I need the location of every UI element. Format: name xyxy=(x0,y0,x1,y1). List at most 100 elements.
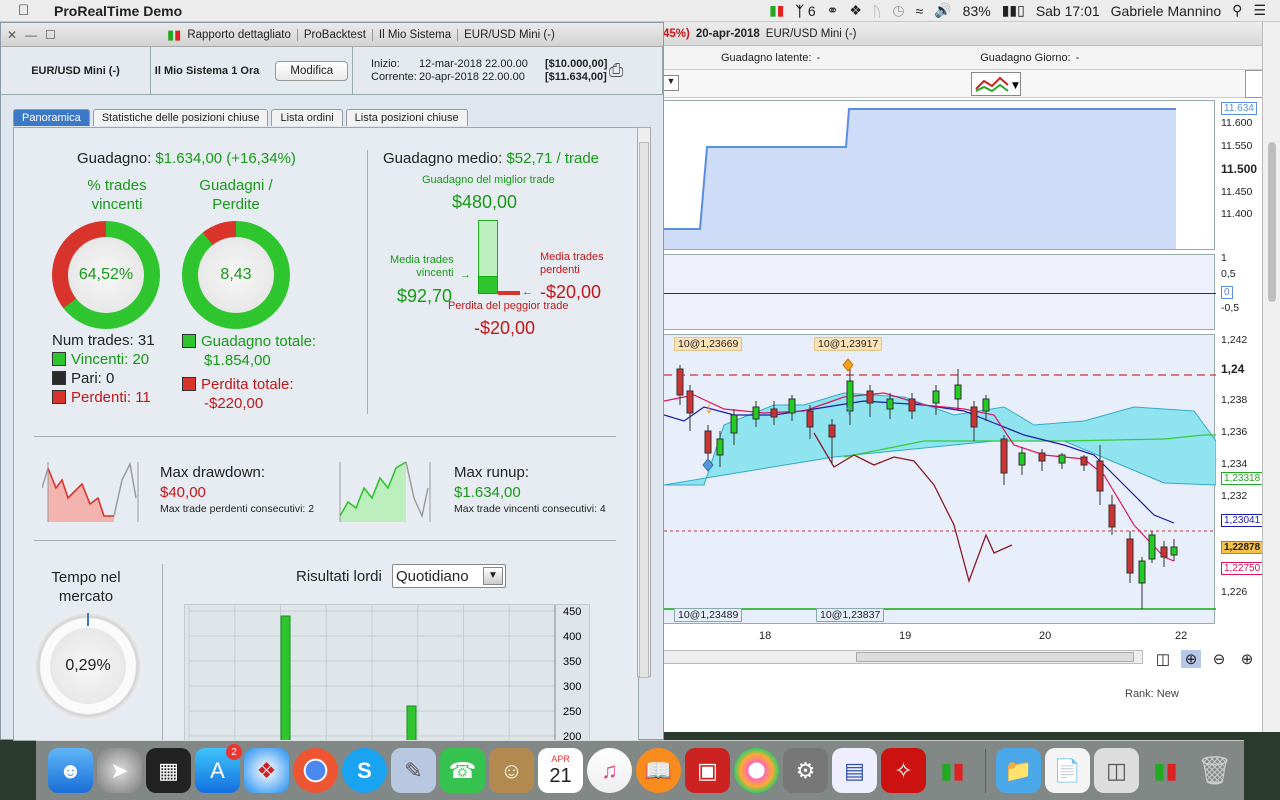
apple-menu-icon[interactable]:  xyxy=(18,2,40,19)
avg-loss-label-line: perdenti xyxy=(540,264,580,276)
system-name: Il Mio Sistema xyxy=(154,64,229,77)
photo-booth-icon[interactable]: ▣ xyxy=(685,748,730,793)
contacts-icon[interactable]: ☺ xyxy=(489,748,534,793)
minimize-window-icon[interactable]: — xyxy=(25,28,37,42)
total-loss: Perdita totale: -$220,00 xyxy=(182,375,294,413)
tab-overview[interactable]: Panoramica xyxy=(13,109,90,126)
start-date: 12-mar-2018 22.00.00 xyxy=(419,57,528,70)
equity-curve xyxy=(664,108,1176,249)
total-loss-value: -$220,00 xyxy=(204,395,264,412)
skype-icon[interactable]: S xyxy=(342,748,387,793)
app-menu[interactable]: ProRealTime Demo xyxy=(54,3,182,19)
system-preferences-icon[interactable]: ⚙ xyxy=(783,748,828,793)
chart-settings-icon[interactable] xyxy=(1245,70,1263,98)
y-tick-label: 300 xyxy=(563,681,581,693)
spotlight-search-icon[interactable]: ⚲ xyxy=(1232,2,1242,19)
section-divider xyxy=(162,564,163,740)
creative-cloud-icon[interactable]: ⚭ xyxy=(827,2,839,19)
chart-layout-icon[interactable]: ◫ xyxy=(1153,650,1173,668)
facetime-icon[interactable]: ☎ xyxy=(440,748,485,793)
worst-trade-value: -$20,00 xyxy=(474,318,536,338)
breadcrumb-item[interactable]: ProBacktest xyxy=(298,28,373,41)
period-select-value: Quotidiano xyxy=(396,568,469,585)
calendar-icon[interactable]: APR 21 xyxy=(538,748,583,793)
downloads-folder-icon[interactable]: 📁 xyxy=(996,748,1041,793)
photos-icon[interactable] xyxy=(734,748,779,793)
winning-pct-value: 64,52% xyxy=(68,237,144,313)
winning-pct-title: % trades vincenti xyxy=(72,176,162,214)
right-scrollbar[interactable] xyxy=(1268,142,1276,302)
bluetooth-icon[interactable]: ᚢ xyxy=(873,3,881,19)
panel-vertical-scrollbar[interactable] xyxy=(637,127,651,678)
tab-closed-positions[interactable]: Lista posizioni chiuse xyxy=(345,109,468,126)
worst-trade-label: Perdita del peggior trade xyxy=(448,300,569,312)
prorealtime-status-icon[interactable]: ▮▮ xyxy=(769,2,784,19)
maximize-window-icon[interactable]: ☐ xyxy=(45,28,56,42)
order-label: 10@1,23837 xyxy=(816,608,885,622)
numbers-app-icon[interactable]: ▤ xyxy=(832,748,877,793)
gross-result-bar xyxy=(406,705,417,740)
wifi-icon[interactable]: ≈ xyxy=(916,3,924,19)
right-window-edge xyxy=(1262,22,1280,732)
chart-horizontal-scrollbar[interactable] xyxy=(663,650,1143,664)
zoom-in-icon[interactable]: ⊕ xyxy=(1237,650,1257,668)
battery-icon[interactable]: ▮▮▯ xyxy=(1002,2,1025,19)
scrollbar-thumb[interactable] xyxy=(639,142,649,678)
num-trades: Num trades: 31 xyxy=(52,332,155,349)
breadcrumb-item[interactable]: Il Mio Sistema xyxy=(373,28,459,41)
dropdown-arrow-icon[interactable]: ▼ xyxy=(663,75,679,91)
mission-control-icon[interactable]: ▦ xyxy=(146,748,191,793)
avg-win-label-line: vincenti xyxy=(416,267,454,279)
zoom-out-icon[interactable]: ⊖ xyxy=(1209,650,1229,668)
report-tabs: Panoramica Statistiche delle posizioni c… xyxy=(13,109,468,126)
itunes-icon[interactable]: ♫ xyxy=(587,748,632,793)
battery-percent[interactable]: 83% xyxy=(963,3,991,19)
finder-icon[interactable]: ☻ xyxy=(48,748,93,793)
ibooks-icon[interactable]: 📖 xyxy=(636,748,681,793)
modify-button[interactable]: Modifica xyxy=(275,60,349,81)
breadcrumb-item[interactable]: Rapporto dettagliato xyxy=(181,28,298,41)
preview-icon[interactable]: ✎ xyxy=(391,748,436,793)
dates-cell: Inizio: 12-mar-2018 22.00.00 [$10.000,00… xyxy=(353,47,663,94)
chevron-down-icon[interactable]: ▼ xyxy=(483,567,503,585)
tab-closed-stats[interactable]: Statistiche delle posizioni chiuse xyxy=(92,109,269,126)
screenshot-stack-icon[interactable]: ◫ xyxy=(1094,748,1139,793)
launchpad-icon[interactable]: ➤ xyxy=(97,748,142,793)
time-machine-icon[interactable]: ◷ xyxy=(892,2,904,19)
gross-result-bar xyxy=(280,615,291,740)
best-trade-label: Guadagno del miglior trade xyxy=(422,174,555,186)
close-window-icon[interactable]: ✕ xyxy=(7,28,17,42)
avg-gain-label: Guadagno medio: xyxy=(383,150,503,167)
avg-win-value: $92,70 xyxy=(397,286,453,306)
losses-swatch xyxy=(52,390,66,404)
trash-icon[interactable]: 🗑 xyxy=(1192,748,1237,793)
price-tick: 1,236 xyxy=(1221,426,1248,438)
prorealtime-icon[interactable]: ▮ ▮ xyxy=(930,748,975,793)
zoom-auto-icon[interactable]: ⊕ xyxy=(1181,650,1201,668)
adobe-status-icon[interactable]: ᛉ 6 xyxy=(796,3,816,19)
dropbox-icon[interactable]: ❖ xyxy=(849,2,862,19)
app-store-icon[interactable]: A2 xyxy=(195,744,242,793)
print-icon[interactable]: ⎙ xyxy=(609,60,623,81)
equity-tick: 11.500 xyxy=(1221,162,1258,176)
prorealtime-window-icon[interactable]: ▮ ▮ xyxy=(1143,748,1188,793)
indicator-picker-button[interactable]: ▼ xyxy=(971,72,1021,96)
gain-loss-ring: 8,43 xyxy=(182,221,290,329)
clock[interactable]: Sab 17:01 xyxy=(1036,3,1100,19)
acrobat-icon[interactable]: ✧ xyxy=(881,748,926,793)
scrollbar-thumb[interactable] xyxy=(856,652,1134,662)
breadcrumb-item[interactable]: EUR/USD Mini (-) xyxy=(458,29,561,41)
safari-icon[interactable]: ❖ xyxy=(244,748,289,793)
gross-results-label: Risultati lordi xyxy=(296,568,382,585)
user-name[interactable]: Gabriele Mannino xyxy=(1111,3,1222,19)
period-select[interactable]: Quotidiano ▼ xyxy=(392,564,506,588)
tab-order-list[interactable]: Lista ordini xyxy=(271,109,343,126)
notification-center-icon[interactable]: ☰ xyxy=(1253,2,1266,19)
instrument-name: EUR/USD Mini (-) xyxy=(1,47,151,94)
best-trade-value: $480,00 xyxy=(452,192,518,212)
chrome-icon[interactable] xyxy=(293,748,338,793)
document-stack-icon[interactable]: 📄 xyxy=(1045,748,1090,793)
equity-current-tag: 11.634 xyxy=(1221,102,1257,115)
time-in-market-title: Tempo nel mercato xyxy=(36,568,136,606)
volume-icon[interactable]: 🔊 xyxy=(934,2,951,19)
